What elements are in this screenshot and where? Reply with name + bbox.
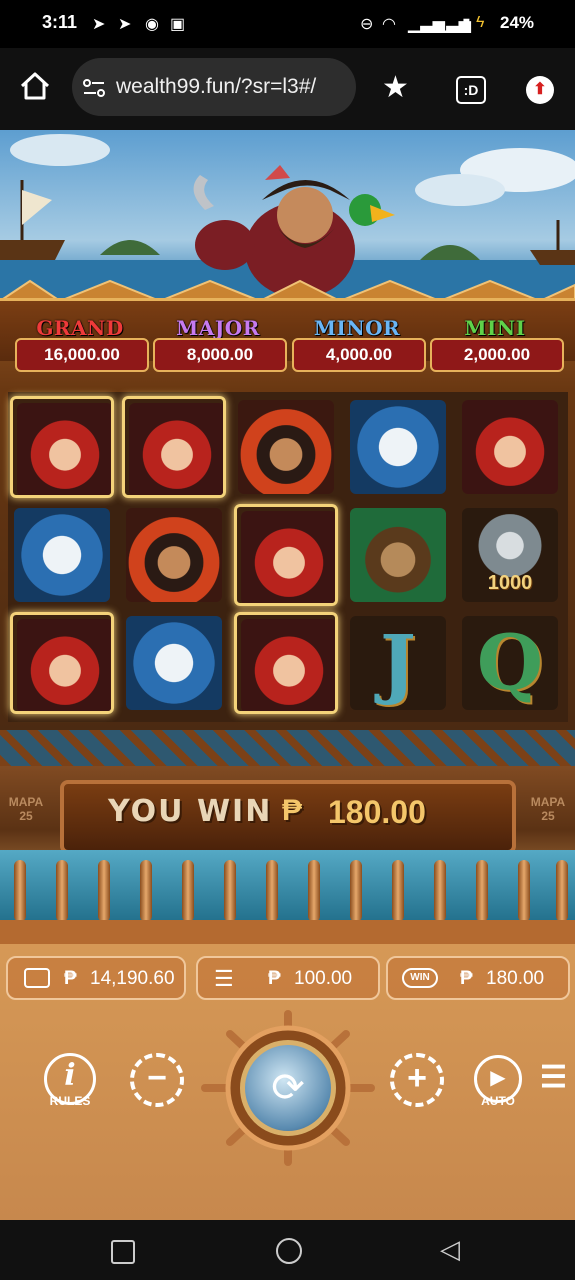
railing-post	[392, 860, 404, 922]
dnd-icon: ⊖	[360, 16, 374, 33]
url-text[interactable]: wealth99.fun/?sr=l3#/	[116, 75, 352, 99]
railing-post	[350, 860, 362, 922]
jackpot-mini-label: MINI	[464, 316, 526, 340]
site-settings-icon[interactable]	[82, 77, 106, 104]
jackpot-grand-value: 16,000.00	[15, 338, 149, 372]
symbol-pirate-captain	[122, 504, 226, 606]
balance-value: 14,190.60	[90, 968, 175, 989]
railing-post	[224, 860, 236, 922]
jackpot-major-label: MAJOR	[176, 316, 260, 340]
railing-post	[98, 860, 110, 922]
symbol-pirate-woman	[234, 504, 338, 606]
star-icon[interactable]: ★	[382, 70, 409, 105]
status-bar: 3:11 ➤ ➤ ◉ ▣ ⊖ ◠ ▁▃▅ ▁▃▅ ▮ ϟ 24%	[0, 0, 575, 48]
win-box-value: 180.00	[486, 968, 545, 989]
win-box-currency: ₱	[460, 968, 473, 989]
railing-post	[56, 860, 68, 922]
railing-post	[14, 860, 26, 922]
tabs-icon[interactable]: :D	[456, 76, 486, 104]
menu-update-icon[interactable]: ⬆	[526, 76, 554, 104]
photo-icon: ▣	[170, 16, 186, 33]
symbol-pirate-woman	[122, 396, 226, 498]
side-badge-right: MAPA 25	[530, 795, 566, 823]
railing-post	[518, 860, 530, 922]
railing-post	[434, 860, 446, 922]
balance-currency: ₱	[64, 968, 77, 989]
symbol-pirate-woman	[458, 396, 562, 498]
app-icon: ◉	[145, 16, 159, 33]
jackpot-major-value: 8,000.00	[153, 338, 287, 372]
back-icon[interactable]: ◁	[440, 1234, 460, 1265]
reel-grid: J 1000 Q	[8, 392, 568, 722]
telegram-icon: ➤	[92, 16, 106, 33]
symbol-pirate-captain	[234, 396, 338, 498]
side-badge-left: MAPA 25	[8, 795, 44, 823]
jackpot-minor-value: 4,000.00	[292, 338, 426, 372]
clock: 3:11	[42, 12, 78, 32]
slot-game: GRAND MAJOR MINOR MINI 16,000.00 8,000.0…	[0, 130, 575, 1220]
increase-bet-button[interactable]: +	[390, 1053, 444, 1107]
rail-decoration	[0, 730, 575, 766]
railing-post	[182, 860, 194, 922]
wifi-icon: ◠	[382, 16, 396, 33]
symbol-parrot	[122, 612, 226, 714]
browser-toolbar: wealth99.fun/?sr=l3#/ ★ :D ⬆	[0, 48, 575, 130]
jackpot-mini-value: 2,000.00	[430, 338, 564, 372]
symbol-parrot	[346, 396, 450, 498]
decrease-bet-button[interactable]: −	[130, 1053, 184, 1107]
bet-currency: ₱	[268, 968, 281, 989]
rules-label[interactable]: RULES	[40, 1094, 100, 1108]
railing-post	[476, 860, 488, 922]
railing-post	[556, 860, 568, 922]
symbol-monkey	[346, 504, 450, 606]
menu-icon[interactable]: ☰	[540, 1060, 567, 1095]
wallet-icon	[24, 968, 50, 988]
win-label: YOU WIN	[108, 794, 273, 829]
home-icon[interactable]	[18, 70, 52, 107]
win-currency: ₱	[282, 794, 303, 827]
home-circle-icon[interactable]	[276, 1238, 302, 1264]
system-nav-bar: ◁	[0, 1220, 575, 1280]
coin-value: 1000	[487, 572, 533, 594]
railing-decoration	[0, 850, 575, 930]
win-amount: 180.00	[328, 794, 426, 830]
auto-label[interactable]: AUTO	[468, 1094, 528, 1108]
symbol-pirate-woman	[234, 612, 338, 714]
deck-edge	[0, 920, 575, 944]
recents-icon[interactable]	[111, 1240, 135, 1264]
symbol-q: Q	[458, 612, 562, 714]
charging-icon: ϟ	[476, 14, 485, 31]
win-badge-icon: WIN	[402, 968, 438, 988]
jackpot-grand-label: GRAND	[36, 316, 124, 340]
bet-value: 100.00	[294, 968, 353, 989]
symbol-parrot	[10, 504, 114, 606]
coins-icon: ☰	[214, 966, 234, 991]
railing-post	[308, 860, 320, 922]
symbol-j: J	[346, 612, 450, 714]
battery-icon: ▮	[462, 16, 471, 33]
symbol-coin: 1000	[458, 504, 562, 606]
railing-post	[266, 860, 278, 922]
jackpot-minor-label: MINOR	[313, 316, 401, 340]
symbol-pirate-woman	[10, 396, 114, 498]
telegram-icon: ➤	[118, 16, 132, 33]
symbol-pirate-woman	[10, 612, 114, 714]
battery-percentage: 24%	[500, 13, 535, 32]
railing-post	[140, 860, 152, 922]
spin-button[interactable]: ⟳	[240, 1040, 336, 1136]
